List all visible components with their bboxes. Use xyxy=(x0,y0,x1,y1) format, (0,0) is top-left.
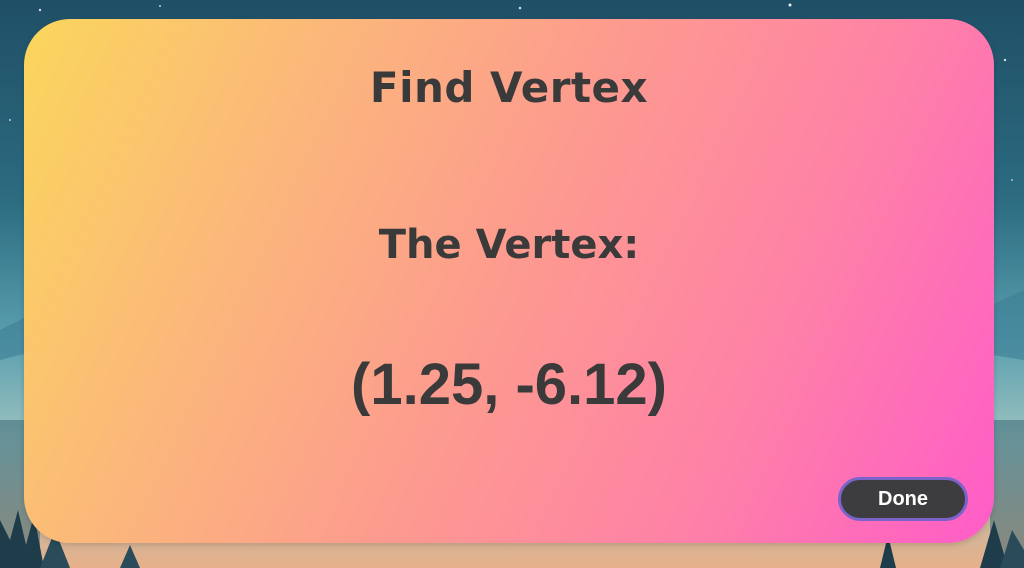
vertex-label: The Vertex: xyxy=(378,222,640,268)
done-button[interactable]: Done xyxy=(838,477,968,521)
dialog-title: Find Vertex xyxy=(369,63,649,112)
vertex-value: (1.25, -6.12) xyxy=(351,352,667,417)
app-screen: Find Vertex The Vertex: (1.25, -6.12) Do… xyxy=(0,0,1024,568)
vertex-result-dialog: Find Vertex The Vertex: (1.25, -6.12) Do… xyxy=(24,19,994,543)
